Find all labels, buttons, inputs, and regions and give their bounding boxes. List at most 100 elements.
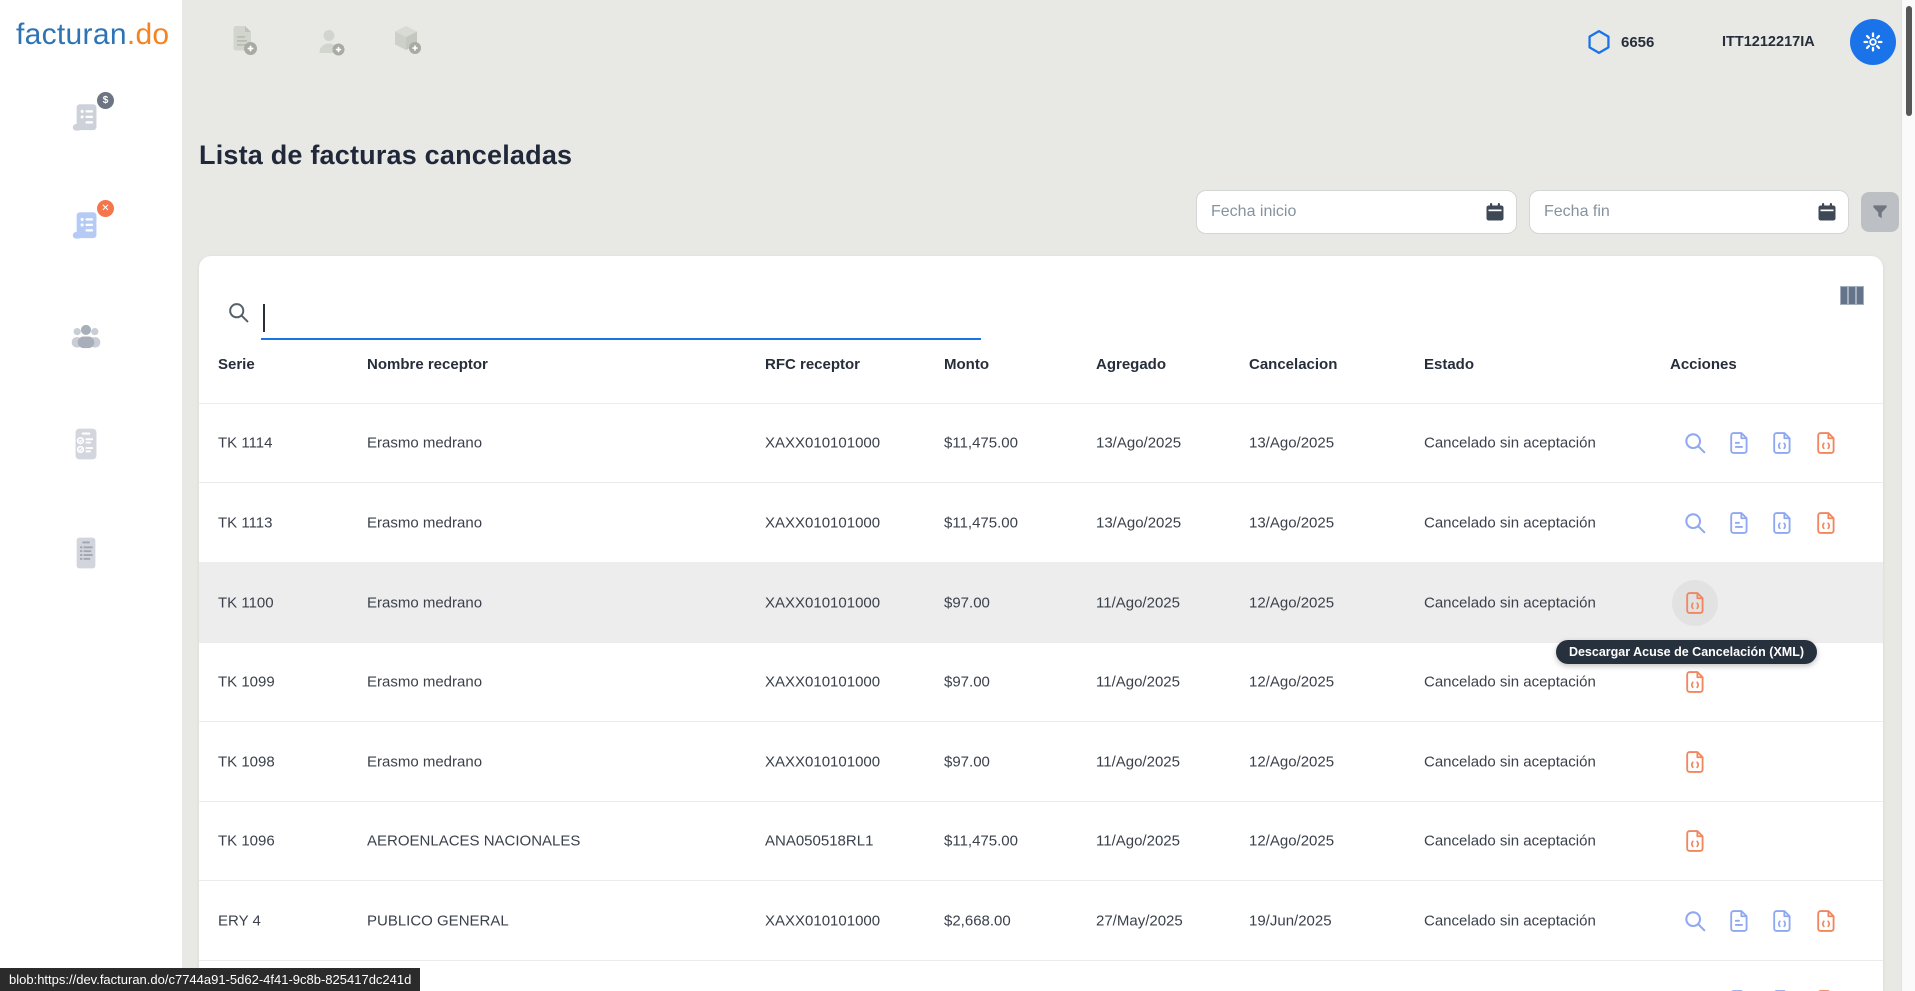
download-acuse-xml-icon[interactable] bbox=[1682, 590, 1708, 616]
clients-icon bbox=[64, 314, 108, 358]
cell-monto: $11,475.00 bbox=[944, 434, 1018, 451]
cell-serie: TK 1096 bbox=[218, 832, 275, 849]
search-input[interactable] bbox=[261, 300, 981, 340]
search-icon bbox=[226, 300, 251, 325]
end-date-input[interactable] bbox=[1529, 190, 1849, 234]
download-pdf-icon[interactable] bbox=[1726, 908, 1752, 934]
cell-monto: $2,668.00 bbox=[944, 912, 1011, 929]
cell-nombre: Erasmo medrano bbox=[367, 753, 482, 770]
cell-estado: Cancelado sin aceptación bbox=[1424, 434, 1596, 451]
cell-rfc: ANA050518RL1 bbox=[765, 832, 873, 849]
cell-nombre: Erasmo medrano bbox=[367, 434, 482, 451]
download-acuse-xml-icon[interactable] bbox=[1682, 669, 1708, 695]
gear-icon bbox=[1862, 31, 1884, 53]
view-invoice-icon[interactable] bbox=[1682, 510, 1708, 536]
sidebar-item-reports[interactable] bbox=[64, 531, 112, 579]
invoice-table-card: Serie Nombre receptor RFC receptor Monto Agr… bbox=[199, 256, 1883, 991]
table-row: TK 1096AEROENLACES NACIONALESANA050518RL… bbox=[199, 801, 1883, 881]
hexagon-icon bbox=[1586, 28, 1612, 56]
download-acuse-xml-icon[interactable] bbox=[1813, 510, 1839, 536]
column-header: Agregado bbox=[1096, 356, 1166, 373]
column-header: Serie bbox=[218, 356, 255, 373]
table-row: TK 1113Erasmo medranoXAXX010101000$11,47… bbox=[199, 483, 1883, 563]
view-invoice-icon[interactable] bbox=[1682, 430, 1708, 456]
cell-cancelacion: 12/Ago/2025 bbox=[1249, 594, 1334, 611]
column-header: Monto bbox=[944, 356, 989, 373]
apply-filter-button[interactable] bbox=[1861, 192, 1899, 232]
cell-nombre: Erasmo medrano bbox=[367, 514, 482, 531]
download-xml-icon[interactable] bbox=[1769, 430, 1795, 456]
cell-monto: $97.00 bbox=[944, 673, 990, 690]
start-date-input[interactable] bbox=[1196, 190, 1517, 234]
new-product-icon[interactable] bbox=[386, 20, 426, 60]
download-pdf-icon[interactable] bbox=[1726, 510, 1752, 536]
download-acuse-xml-icon[interactable] bbox=[1682, 828, 1708, 854]
sidebar: facturan.do $ ✕ bbox=[0, 0, 182, 991]
cell-rfc: XAXX010101000 bbox=[765, 434, 880, 451]
report-icon bbox=[64, 531, 108, 575]
settings-button[interactable] bbox=[1850, 19, 1896, 65]
table-row: TK 1114 Erasmo medrano XAXX010101000 $11,47… bbox=[199, 403, 1883, 483]
cell-monto: $11,475.00 bbox=[944, 832, 1018, 849]
cancelled-invoices-badge: ✕ bbox=[97, 200, 114, 217]
cell-cancelacion: 12/Ago/2025 bbox=[1249, 673, 1334, 690]
column-header: Nombre receptor bbox=[367, 356, 488, 373]
cell-monto: $97.00 bbox=[944, 753, 990, 770]
app-window: facturan.do $ ✕ bbox=[0, 0, 1915, 991]
table-row: TK 1098Erasmo medranoXAXX010101000$97.00… bbox=[199, 722, 1883, 802]
cell-estado: Cancelado sin aceptación bbox=[1424, 514, 1596, 531]
credits-badge[interactable]: 6656 bbox=[1586, 26, 1654, 58]
download-xml-icon[interactable] bbox=[1769, 908, 1795, 934]
cell-estado: Cancelado sin aceptación bbox=[1424, 594, 1596, 611]
sidebar-item-invoices[interactable]: $ bbox=[64, 96, 112, 144]
funnel-icon bbox=[1870, 202, 1890, 222]
cell-rfc: XAXX010101000 bbox=[765, 753, 880, 770]
browser-status-bar: blob:https://dev.facturan.do/c7744a91-5d… bbox=[0, 968, 420, 991]
cell-estado: Cancelado sin aceptación bbox=[1424, 912, 1596, 929]
cell-agregado: 11/Ago/2025 bbox=[1096, 594, 1180, 611]
account-id: ITT1212217IA bbox=[1722, 34, 1815, 50]
new-invoice-icon[interactable] bbox=[222, 20, 262, 60]
invoices-badge: $ bbox=[97, 92, 114, 109]
cell-rfc: XAXX010101000 bbox=[765, 594, 880, 611]
cell-monto: $97.00 bbox=[944, 594, 990, 611]
cell-rfc: XAXX010101000 bbox=[765, 673, 880, 690]
download-pdf-icon[interactable] bbox=[1726, 430, 1752, 456]
scrollbar-thumb[interactable] bbox=[1906, 6, 1912, 116]
cell-cancelacion: 12/Ago/2025 bbox=[1249, 753, 1334, 770]
cell-serie: ERY 4 bbox=[218, 912, 261, 929]
new-client-icon[interactable] bbox=[310, 22, 350, 62]
cell-estado: Cancelado sin aceptación bbox=[1424, 832, 1596, 849]
cell-serie: TK 1100 bbox=[218, 594, 274, 611]
cell-cancelacion: 12/Ago/2025 bbox=[1249, 832, 1334, 849]
column-settings-icon[interactable] bbox=[1841, 287, 1863, 305]
scrollbar-track[interactable] bbox=[1901, 0, 1915, 991]
download-acuse-xml-icon[interactable] bbox=[1682, 749, 1708, 775]
download-acuse-xml-icon[interactable] bbox=[1813, 908, 1839, 934]
sidebar-item-clients[interactable] bbox=[64, 314, 112, 362]
sidebar-item-checklist[interactable] bbox=[64, 422, 112, 470]
tooltip: Descargar Acuse de Cancelación (XML) bbox=[1556, 640, 1817, 664]
cell-nombre: Erasmo medrano bbox=[367, 594, 482, 611]
text-caret bbox=[263, 304, 265, 332]
cell-serie: TK 1114 bbox=[218, 434, 272, 451]
download-acuse-xml-icon[interactable] bbox=[1813, 430, 1839, 456]
cell-cancelacion: 19/Jun/2025 bbox=[1249, 912, 1332, 929]
cell-nombre: PUBLICO GENERAL bbox=[367, 912, 509, 929]
cell-estado: Cancelado sin aceptación bbox=[1424, 673, 1596, 690]
download-xml-icon[interactable] bbox=[1769, 510, 1795, 536]
table-row: ERY 4PUBLICO GENERALXAXX010101000$2,668.… bbox=[199, 881, 1883, 961]
column-header: RFC receptor bbox=[765, 356, 860, 373]
view-invoice-icon[interactable] bbox=[1682, 908, 1708, 934]
cell-cancelacion: 13/Ago/2025 bbox=[1249, 434, 1334, 451]
cell-nombre: Erasmo medrano bbox=[367, 673, 482, 690]
credits-count: 6656 bbox=[1621, 34, 1654, 51]
sidebar-item-cancelled-invoices[interactable]: ✕ bbox=[64, 204, 112, 252]
cell-agregado: 11/Ago/2025 bbox=[1096, 753, 1180, 770]
checklist-icon bbox=[64, 422, 108, 466]
brand-suffix: .do bbox=[127, 18, 170, 51]
cell-agregado: 13/Ago/2025 bbox=[1096, 514, 1181, 531]
cell-serie: TK 1113 bbox=[218, 514, 272, 531]
brand-logo[interactable]: facturan.do bbox=[16, 18, 169, 52]
cell-monto: $11,475.00 bbox=[944, 514, 1018, 531]
